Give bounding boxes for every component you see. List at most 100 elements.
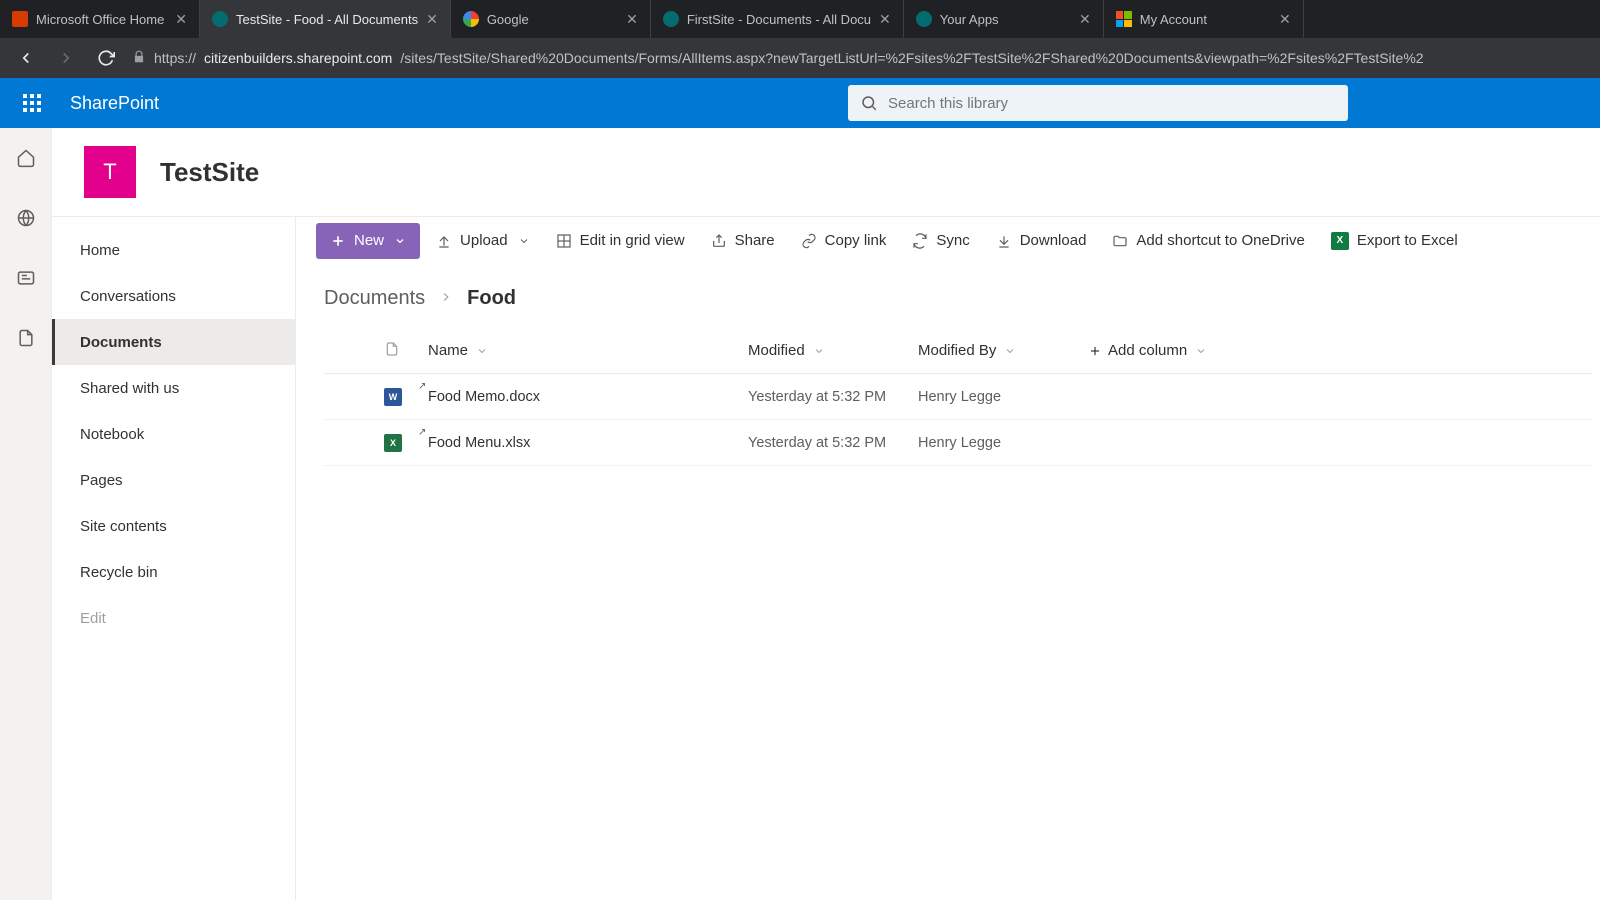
brand-label[interactable]: SharePoint (70, 93, 159, 114)
tab-title: TestSite - Food - All Documents (236, 12, 418, 27)
browser-tab-strip: Microsoft Office Home✕TestSite - Food - … (0, 0, 1600, 38)
leftnav-item[interactable]: Home (52, 227, 295, 273)
file-name: Food Memo.docx (428, 389, 540, 405)
browser-address-bar: https://citizenbuilders.sharepoint.com/s… (0, 38, 1600, 78)
leftnav-item[interactable]: Site contents (52, 503, 295, 549)
column-name[interactable]: Name (428, 342, 748, 359)
breadcrumb-root[interactable]: Documents (324, 287, 425, 310)
tab-close-icon[interactable]: ✕ (175, 11, 187, 28)
plus-icon (1088, 344, 1102, 358)
shared-indicator-icon: ↗ (418, 427, 426, 438)
grid-icon (556, 233, 572, 249)
leftnav-item[interactable]: Documents (52, 319, 295, 365)
modified-cell: Yesterday at 5:32 PM (748, 389, 918, 405)
url-display[interactable]: https://citizenbuilders.sharepoint.com/s… (132, 50, 1588, 67)
search-input[interactable] (888, 95, 1336, 112)
list-row[interactable]: W ↗ Food Memo.docx Yesterday at 5:32 PM … (324, 374, 1592, 420)
share-icon (711, 233, 727, 249)
tab-favicon (212, 11, 228, 27)
tab-close-icon[interactable]: ✕ (1279, 11, 1291, 28)
column-modified-by[interactable]: Modified By (918, 342, 1088, 359)
share-button[interactable]: Share (701, 223, 785, 259)
tab-favicon (463, 11, 479, 27)
document-list: Name Modified Modified By (296, 328, 1600, 466)
download-button[interactable]: Download (986, 223, 1097, 259)
left-navigation: HomeConversationsDocumentsShared with us… (52, 217, 296, 900)
upload-icon (436, 233, 452, 249)
file-name-cell[interactable]: ↗ Food Memo.docx (428, 389, 748, 405)
waffle-icon (23, 94, 41, 112)
tab-favicon (916, 11, 932, 27)
lock-icon (132, 50, 146, 67)
download-icon (996, 233, 1012, 249)
excel-icon: X (1331, 232, 1349, 250)
edit-grid-button[interactable]: Edit in grid view (546, 223, 695, 259)
tab-close-icon[interactable]: ✕ (879, 11, 891, 28)
file-name-cell[interactable]: ↗ Food Menu.xlsx (428, 435, 748, 451)
chevron-right-icon (439, 287, 453, 310)
tab-close-icon[interactable]: ✕ (626, 11, 638, 28)
site-header: T TestSite (52, 128, 1600, 216)
tab-title: My Account (1140, 12, 1271, 27)
url-path: /sites/TestSite/Shared%20Documents/Forms… (400, 50, 1423, 66)
tab-title: FirstSite - Documents - All Docu (687, 12, 871, 27)
rail-globe-icon[interactable] (10, 202, 42, 234)
link-icon (801, 233, 817, 249)
browser-tab[interactable]: TestSite - Food - All Documents ✕ (200, 0, 451, 38)
modified-cell: Yesterday at 5:32 PM (748, 435, 918, 451)
tab-close-icon[interactable]: ✕ (1079, 11, 1091, 28)
url-host: citizenbuilders.sharepoint.com (204, 50, 392, 66)
file-type-column-icon[interactable] (384, 341, 428, 361)
chevron-down-icon (813, 345, 825, 357)
column-modified[interactable]: Modified (748, 342, 918, 359)
folder-shortcut-icon (1112, 233, 1128, 249)
tab-title: Microsoft Office Home (36, 12, 167, 27)
chevron-down-icon (476, 345, 488, 357)
tab-favicon (663, 11, 679, 27)
tab-title: Your Apps (940, 12, 1071, 27)
file-name: Food Menu.xlsx (428, 435, 530, 451)
tab-title: Google (487, 12, 618, 27)
leftnav-item[interactable]: Shared with us (52, 365, 295, 411)
modified-by-cell: Henry Legge (918, 435, 1088, 451)
plus-icon (330, 233, 346, 249)
tab-favicon (1116, 11, 1132, 27)
list-header: Name Modified Modified By (324, 328, 1592, 374)
browser-tab[interactable]: Microsoft Office Home ✕ (0, 0, 200, 38)
tab-favicon (12, 11, 28, 27)
site-title[interactable]: TestSite (160, 157, 259, 188)
back-button[interactable] (12, 44, 40, 72)
site-logo[interactable]: T (84, 146, 136, 198)
browser-tab[interactable]: Google ✕ (451, 0, 651, 38)
rail-home-icon[interactable] (10, 142, 42, 174)
global-nav-rail (0, 128, 52, 900)
new-button[interactable]: New (316, 223, 420, 259)
list-row[interactable]: X ↗ Food Menu.xlsx Yesterday at 5:32 PM … (324, 420, 1592, 466)
add-shortcut-button[interactable]: Add shortcut to OneDrive (1102, 223, 1314, 259)
leftnav-item[interactable]: Notebook (52, 411, 295, 457)
sync-button[interactable]: Sync (902, 223, 979, 259)
copy-link-button[interactable]: Copy link (791, 223, 897, 259)
sync-icon (912, 233, 928, 249)
leftnav-item[interactable]: Conversations (52, 273, 295, 319)
browser-tab[interactable]: FirstSite - Documents - All Docu ✕ (651, 0, 904, 38)
upload-button[interactable]: Upload (426, 223, 540, 259)
leftnav-item[interactable]: Pages (52, 457, 295, 503)
leftnav-item[interactable]: Recycle bin (52, 549, 295, 595)
chevron-down-icon (1195, 345, 1207, 357)
app-launcher-button[interactable] (12, 83, 52, 123)
export-excel-button[interactable]: X Export to Excel (1321, 223, 1468, 259)
forward-button[interactable] (52, 44, 80, 72)
rail-news-icon[interactable] (10, 262, 42, 294)
suite-bar: SharePoint (0, 78, 1600, 128)
browser-tab[interactable]: Your Apps ✕ (904, 0, 1104, 38)
reload-button[interactable] (92, 44, 120, 72)
shared-indicator-icon: ↗ (418, 381, 426, 392)
breadcrumb-current: Food (467, 287, 516, 310)
add-column-button[interactable]: Add column (1088, 342, 1288, 359)
tab-close-icon[interactable]: ✕ (426, 11, 438, 28)
rail-files-icon[interactable] (10, 322, 42, 354)
search-box[interactable] (848, 85, 1348, 121)
leftnav-edit[interactable]: Edit (52, 595, 295, 641)
browser-tab[interactable]: My Account ✕ (1104, 0, 1304, 38)
